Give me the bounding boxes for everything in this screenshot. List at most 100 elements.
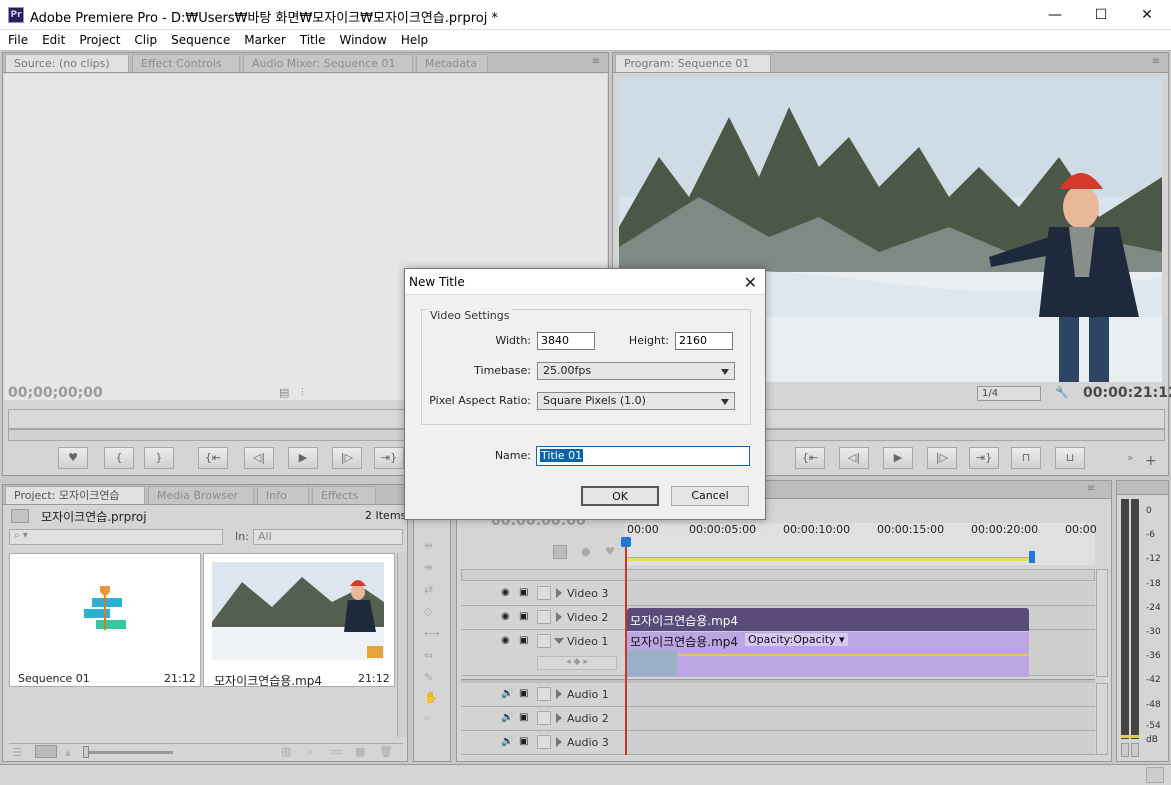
trash-icon[interactable]: 🗑 — [379, 745, 393, 758]
tab-metadata[interactable]: Metadata — [416, 54, 488, 72]
timebase-select[interactable]: 25.00fps — [537, 362, 735, 380]
lock-box[interactable] — [537, 711, 551, 725]
speaker-icon[interactable]: 🔊 — [501, 712, 515, 724]
tab-project[interactable]: Project: 모자이크연습 — [5, 486, 145, 504]
opacity-keyline[interactable] — [627, 654, 1029, 656]
camera-icon[interactable]: ▣ — [519, 712, 533, 724]
menu-title[interactable]: Title — [292, 30, 332, 49]
expand-triangle-icon[interactable] — [556, 737, 562, 747]
project-item-clip[interactable]: 모자이크연습용.mp4 21:12 — [203, 553, 395, 688]
menu-help[interactable]: Help — [393, 30, 434, 49]
playhead-handle[interactable] — [621, 537, 631, 547]
slip-icon[interactable]: ⟷ — [424, 627, 440, 640]
work-area-end[interactable] — [1029, 551, 1035, 563]
par-select[interactable]: Square Pixels (1.0) — [537, 392, 735, 410]
wrench-icon[interactable]: 🔧 — [1055, 386, 1069, 399]
zoom-select[interactable]: 1/4 — [977, 386, 1041, 401]
tab-effects[interactable]: Effects — [312, 486, 376, 504]
expand-triangle-icon[interactable] — [556, 689, 562, 699]
pen-icon[interactable]: ✎ — [424, 671, 433, 684]
lock-box[interactable] — [537, 610, 551, 624]
add-button-icon[interactable]: + — [1145, 453, 1157, 469]
video-scrollbar[interactable] — [1096, 569, 1108, 677]
menu-file[interactable]: File — [0, 30, 34, 49]
tab-audio-mixer[interactable]: Audio Mixer: Sequence 01 — [243, 54, 413, 72]
project-scrollbar[interactable] — [397, 553, 407, 737]
play-button[interactable]: ▶ — [883, 447, 913, 469]
find-icon[interactable]: ⌕ — [307, 745, 313, 759]
project-item-sequence[interactable]: Sequence 01 21:12 — [9, 553, 201, 687]
zoom-slider-thumb[interactable] — [83, 746, 89, 758]
work-area-bar[interactable] — [625, 557, 1033, 561]
name-input[interactable]: Title 01 — [536, 446, 750, 466]
mark-in-button[interactable]: { — [104, 447, 134, 469]
panel-menu-icon[interactable]: ≡ — [1152, 56, 1160, 67]
drag-video-icon[interactable]: ▤ — [279, 386, 289, 399]
add-marker-icon[interactable]: ● — [581, 545, 591, 558]
go-to-in-button[interactable]: {⇤ — [198, 447, 228, 469]
eye-icon[interactable]: ◉ — [501, 635, 515, 647]
extract-button[interactable]: ⊔ — [1055, 447, 1085, 469]
solo-left-button[interactable] — [1121, 743, 1129, 757]
lock-box[interactable] — [537, 586, 551, 600]
camera-icon[interactable]: ▣ — [519, 611, 533, 623]
menu-window[interactable]: Window — [331, 30, 392, 49]
height-input[interactable]: 2160 — [675, 332, 733, 350]
tab-program[interactable]: Program: Sequence 01 — [615, 54, 771, 72]
tab-media-browser[interactable]: Media Browser — [148, 486, 254, 504]
zoom-out-icon[interactable]: ▴ — [65, 746, 71, 759]
opacity-dropdown[interactable]: Opacity:Opacity ▾ — [745, 633, 848, 646]
tab-info[interactable]: Info — [257, 486, 309, 504]
automate-icon[interactable]: ▥ — [281, 745, 291, 758]
lock-box[interactable] — [537, 634, 551, 648]
step-forward-button[interactable]: |▷ — [927, 447, 957, 469]
in-filter-select[interactable]: All — [253, 529, 403, 545]
step-forward-button[interactable]: |▷ — [332, 447, 362, 469]
audio-scrollbar[interactable] — [1096, 683, 1108, 755]
collapse-triangle-icon[interactable] — [554, 638, 564, 644]
camera-icon[interactable]: ▣ — [519, 587, 533, 599]
new-item-icon[interactable]: ▦ — [355, 745, 365, 758]
eye-icon[interactable]: ◉ — [501, 611, 515, 623]
speaker-icon[interactable]: 🔊 — [501, 688, 515, 700]
eye-icon[interactable]: ◉ — [501, 587, 515, 599]
drag-audio-icon[interactable]: ⫶ — [301, 386, 304, 400]
hand-icon[interactable]: ✋ — [424, 691, 438, 704]
menu-marker[interactable]: Marker — [236, 30, 291, 49]
new-bin-icon[interactable]: ▭ — [331, 745, 341, 758]
menu-edit[interactable]: Edit — [34, 30, 71, 49]
cancel-button[interactable]: Cancel — [671, 486, 749, 506]
tab-effect-controls[interactable]: Effect Controls — [132, 54, 240, 72]
time-ruler[interactable]: 00:00 00:00:05:00 00:00:10:00 00:00:15:0… — [625, 523, 1097, 565]
camera-icon[interactable]: ▣ — [519, 736, 533, 748]
playhead[interactable] — [625, 537, 627, 755]
track-select-icon[interactable]: ⇹ — [424, 539, 433, 552]
keyframe-nav[interactable]: ◂ ◆ ▸ — [537, 656, 617, 670]
clip-video-2[interactable]: 모자이크연습용.mp4 — [627, 608, 1029, 631]
lock-box[interactable] — [537, 687, 551, 701]
expand-triangle-icon[interactable] — [556, 588, 562, 598]
tab-source[interactable]: Source: (no clips) — [5, 54, 129, 72]
close-window-button[interactable]: ✕ — [1124, 0, 1170, 30]
zoom-slider[interactable] — [83, 751, 173, 754]
rolling-edit-icon[interactable]: ⇄ — [424, 583, 433, 596]
slide-icon[interactable]: ⇔ — [424, 649, 433, 662]
list-view-icon[interactable]: ☰ — [13, 746, 23, 759]
panel-menu-icon[interactable]: ≡ — [1087, 483, 1095, 494]
icon-view-icon[interactable] — [35, 745, 57, 758]
marker-icon[interactable]: ♥ — [605, 545, 615, 558]
expand-triangle-icon[interactable] — [556, 612, 562, 622]
ok-button[interactable]: OK — [581, 486, 659, 506]
expand-triangle-icon[interactable] — [556, 713, 562, 723]
zoom-tool-icon[interactable]: ⌕ — [424, 711, 430, 725]
menu-sequence[interactable]: Sequence — [163, 30, 236, 49]
panel-menu-icon[interactable]: ≡ — [592, 56, 600, 67]
menu-clip[interactable]: Clip — [126, 30, 163, 49]
lock-box[interactable] — [537, 735, 551, 749]
maximize-button[interactable]: ☐ — [1078, 0, 1124, 30]
snap-icon[interactable] — [553, 545, 567, 559]
go-to-out-button[interactable]: ⇥} — [374, 447, 404, 469]
search-input[interactable]: ⌕ ▾ — [9, 529, 223, 545]
camera-icon[interactable]: ▣ — [519, 688, 533, 700]
clip-video-1[interactable]: 모자이크연습용.mp4 Opacity:Opacity ▾ — [627, 632, 1029, 677]
